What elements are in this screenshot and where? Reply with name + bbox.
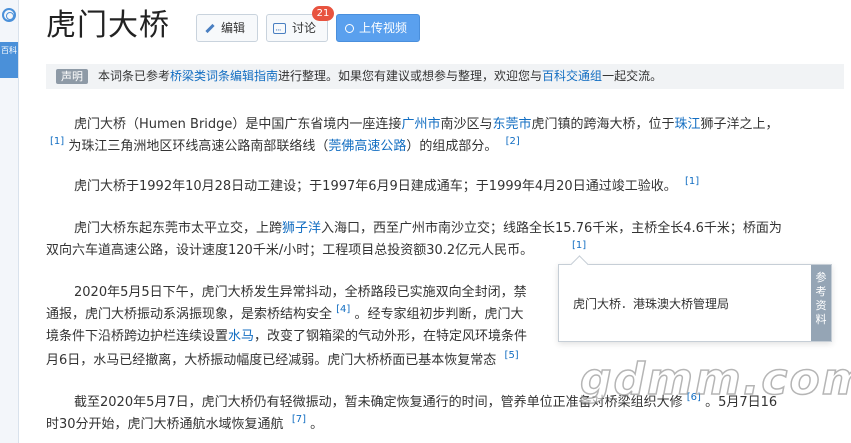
notice-link-guide[interactable]: 桥梁类词条编辑指南 [170, 64, 278, 89]
text: 月6日，水马已经撤离，大桥振动幅度已经减弱。虎门大桥桥面已基本恢复常态 [46, 353, 497, 368]
upload-video-button[interactable]: 上传视频 [336, 14, 420, 42]
comment-icon [273, 18, 286, 44]
notice-text-mid: 进行整理。如果您有建议或想参与整理，欢迎您与 [278, 69, 543, 83]
paragraph-intro: 虎门大桥（Humen Bridge）是中国广东省境内一座连接广州市南沙区与东莞市… [46, 114, 836, 136]
notice-link-group[interactable]: 百科交通组 [542, 64, 602, 89]
ref-link[interactable]: [7] [292, 414, 306, 425]
edit-button[interactable]: 编辑 [196, 14, 258, 42]
paragraph-timeline: 虎门大桥于1992年10月28日动工建设；于1997年6月9日建成通车；于199… [46, 176, 836, 198]
text: 2020年5月5日下午，虎门大桥发生异常抖动，全桥路段已实施双向全封闭，禁 [74, 285, 527, 300]
paragraph-intro-line2: [1] 为珠江三角洲地区环线高速公路南部联络线（莞佛高速公路）的组成部分。 [2… [50, 136, 840, 158]
link-guanfo-expressway[interactable]: 莞佛高速公路 [328, 139, 406, 154]
link-shuima[interactable]: 水马 [228, 329, 254, 344]
ref-link[interactable]: [4] [336, 304, 350, 315]
text: 虎门大桥东起东莞市太平立交，上跨 [74, 221, 283, 236]
site-logo-icon[interactable] [2, 8, 16, 22]
upload-video-label: 上传视频 [359, 21, 408, 35]
paragraph-route-line2: 双向六车道高速公路，设计速度120千米/小时；工程项目总投资额30.2亿元人民币… [46, 240, 836, 262]
link-dongguan[interactable]: 东莞市 [492, 117, 531, 132]
text: ，改变了钢箱梁的气动外形，在特定风环境条件 [254, 329, 528, 344]
upload-icon [345, 23, 354, 33]
link-guangzhou[interactable]: 广州市 [401, 117, 440, 132]
text: 虎门大桥于1992年10月28日动工建设；于1997年6月9日建成通车；于199… [74, 179, 677, 194]
watermark: gdmm.com [579, 353, 851, 406]
text: 入海口，西至广州市南沙立交；线路全长15.76千米，主桥全长4.6千米；桥面为 [321, 221, 782, 236]
text: 双向六车道高速公路，设计速度120千米/小时；工程项目总投资额30.2亿元人民币… [46, 243, 534, 258]
text: 。 [310, 417, 324, 432]
text: 境条件下沿桥跨边护栏连续设置 [46, 329, 229, 344]
paragraph-vibration-line3: 境条件下沿桥跨边护栏连续设置水马，改变了钢箱梁的气动外形，在特定风环境条件 [46, 326, 566, 348]
side-tag[interactable]: 百科 [0, 42, 18, 78]
reference-tooltip: 虎门大桥．港珠澳大桥管理局 参考资料 [558, 264, 832, 342]
paragraph-vibration-line4: 月6日，水马已经撤离，大桥振动幅度已经减弱。虎门大桥桥面已基本恢复常态 [5] [46, 350, 566, 372]
ref-link[interactable]: [1] [685, 176, 699, 187]
ref-link[interactable]: [1] [50, 136, 64, 147]
ref-link[interactable]: [2] [506, 136, 520, 147]
reference-tooltip-text[interactable]: 虎门大桥．港珠澳大桥管理局 [573, 295, 729, 312]
notice-bar: 声明 本词条已参考 桥梁类词条编辑指南 进行整理。如果您有建议或想参与整理，欢迎… [46, 64, 844, 89]
paragraph-vibration: 2020年5月5日下午，虎门大桥发生异常抖动，全桥路段已实施双向全封闭，禁 [46, 282, 566, 304]
notice-text-before: 本词条已参考 [98, 69, 171, 83]
notice-text-after: 一起交流。 [602, 69, 663, 83]
text: 南沙区与 [440, 117, 493, 132]
link-shiziyang[interactable]: 狮子洋 [282, 221, 321, 236]
ref-link[interactable]: [5] [505, 350, 519, 361]
discuss-count-badge: 21 [312, 6, 334, 21]
paragraph-status-line2: 时30分开始，虎门大桥通航水域恢复通航 [7] 。 [46, 414, 836, 436]
reference-tooltip-side-label[interactable]: 参考资料 [811, 265, 831, 341]
notice-tag: 声明 [56, 69, 88, 84]
paragraph-route: 虎门大桥东起东莞市太平立交，上跨狮子洋入海口，西至广州市南沙立交；线路全长15.… [46, 218, 836, 240]
ref-link[interactable]: [1] [572, 240, 586, 251]
text: 通报，虎门大桥振动系涡振现象，是索桥结构安全 [46, 307, 333, 322]
page-title: 虎门大桥 [46, 8, 170, 43]
text: 。经专家组初步判断，虎门大 [354, 307, 524, 322]
discuss-button-label: 讨论 [292, 21, 317, 35]
link-zhujiang[interactable]: 珠江 [675, 117, 701, 132]
pencil-icon [203, 22, 215, 34]
text: 虎门镇的跨海大桥，位于 [531, 117, 675, 132]
text: 时30分开始，虎门大桥通航水域恢复通航 [46, 417, 284, 432]
text: 虎门大桥（Humen Bridge）是中国广东省境内一座连接 [74, 117, 402, 132]
paragraph-vibration-line2: 通报，虎门大桥振动系涡振现象，是索桥结构安全 [4] 。经专家组初步判断，虎门大 [46, 304, 566, 326]
text: 狮子洋之上， [700, 117, 779, 132]
text: ）的组成部分。 [406, 139, 498, 154]
edit-button-label: 编辑 [221, 21, 246, 35]
text: 为珠江三角洲地区环线高速公路南部联络线（ [68, 139, 329, 154]
left-sidebar: 百科 [0, 0, 19, 443]
